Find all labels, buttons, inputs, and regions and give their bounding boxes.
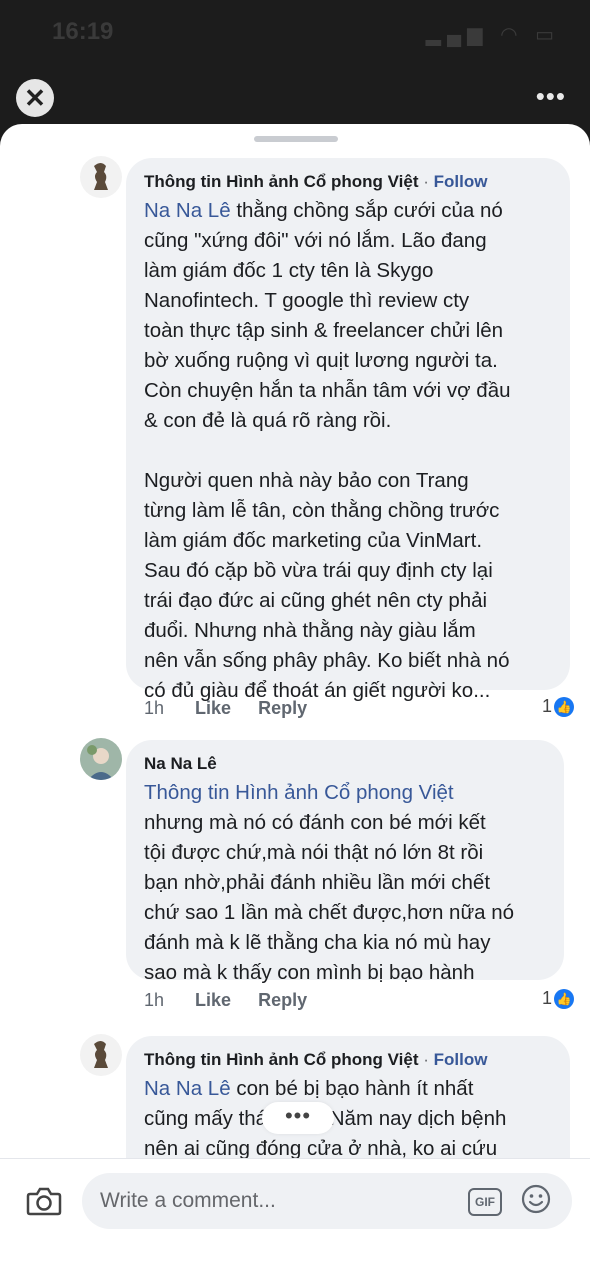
typing-indicator: ••• — [262, 1102, 334, 1134]
mention-link[interactable]: Na Na Lê — [144, 199, 231, 222]
comment-composer: Write a comment... GIF — [0, 1158, 590, 1280]
reaction-count[interactable]: 1 👍 — [541, 988, 574, 1010]
reaction-number: 1 — [541, 696, 552, 716]
comment-input-placeholder: Write a comment... — [100, 1189, 276, 1212]
comment-line: Còn chuyện hắn ta nhẫn tâm với vợ đầu — [144, 379, 511, 402]
mention-link[interactable]: Na Na Lê — [144, 1077, 231, 1100]
follow-button[interactable]: Follow — [434, 1050, 488, 1069]
more-options-icon[interactable]: ••• — [536, 83, 566, 109]
comment-author[interactable]: Thông tin Hình ảnh Cổ phong Việt — [144, 172, 418, 191]
comment-line: & con đẻ là quá rõ ràng rồi. — [144, 409, 392, 432]
comment-actions: 1h Like Reply — [144, 698, 329, 719]
comment-line: làm giám đốc marketing của VinMart. — [144, 529, 483, 552]
comment-header: Thông tin Hình ảnh Cổ phong Việt · Follo… — [144, 172, 552, 192]
comment-line: toàn thực tập sinh & freelancer chửi lên — [144, 319, 504, 342]
comment-bubble: Na Na Lê Thông tin Hình ảnh Cổ phong Việ… — [126, 740, 564, 984]
comment-time: 1h — [144, 698, 165, 718]
comment-time: 1h — [144, 990, 165, 1010]
mention-link[interactable]: Thông tin Hình ảnh Cổ phong Việt — [144, 781, 454, 804]
status-time: 16:19 — [52, 18, 114, 45]
status-icons: ▂▄▆ ◠ ▭ — [425, 24, 560, 46]
emoji-icon[interactable] — [520, 1183, 552, 1215]
comment-line: con bé bị bạo hành ít nhất — [236, 1077, 474, 1100]
comment-line: chứ sao 1 lần mà chết được,hơn nữa nó — [144, 901, 515, 924]
comment-text: Thông tin Hình ảnh Cổ phong Việt nhưng m… — [144, 778, 546, 988]
follow-button[interactable]: Follow — [434, 172, 488, 191]
close-button[interactable]: ✕ — [16, 79, 54, 117]
comment-line: nên vẫn sống phây phây. Ko biết nhà nó — [144, 649, 510, 672]
comment-bubble: Thông tin Hình ảnh Cổ phong Việt · Follo… — [126, 158, 570, 702]
status-bar: 16:19 ▂▄▆ ◠ ▭ — [0, 0, 590, 70]
gif-icon[interactable]: GIF — [468, 1188, 502, 1216]
reply-button[interactable]: Reply — [258, 990, 307, 1011]
comment-line: tội được chứ,mà nói thật nó lớn 8t rồi — [144, 841, 484, 864]
separator-dot: · — [423, 172, 434, 191]
comment-line: trái đạo đức ai cũng ghét nên cty phải — [144, 589, 488, 612]
like-button[interactable]: Like — [195, 698, 231, 719]
comment-line: từng làm lễ tân, còn thằng chồng trước — [144, 499, 500, 522]
thumbs-up-icon: 👍 — [554, 989, 574, 1010]
comment-line: đánh mà k lẽ thằng cha kia nó mù hay — [144, 931, 491, 954]
comment-line: Sau đó cặp bồ vừa trái quy định cty lại — [144, 559, 493, 582]
comment-line: làm giám đốc 1 cty tên là Skygo — [144, 259, 434, 282]
comment-line: bạn nhờ,phải đánh nhiều lần mới chết — [144, 871, 491, 894]
thumbs-up-icon: 👍 — [554, 697, 574, 718]
comment-line: Nanofintech. T google thì review cty — [144, 289, 470, 312]
avatar[interactable] — [80, 1034, 122, 1076]
comment-header: Thông tin Hình ảnh Cổ phong Việt · Follo… — [144, 1050, 552, 1070]
comment-line: nên ai cũng đóng cửa ở nhà, ko ai cứu — [144, 1137, 498, 1160]
avatar[interactable] — [80, 738, 122, 780]
comment-header: Na Na Lê — [144, 754, 546, 774]
reaction-count[interactable]: 1 👍 — [541, 696, 574, 718]
comment-line: bờ xuống ruộng vì quịt lương người ta. — [144, 349, 498, 372]
separator-dot: · — [423, 1050, 434, 1069]
comment-line: thằng chồng sắp cưới của nó — [236, 199, 503, 222]
comments-sheet: Thông tin Hình ảnh Cổ phong Việt · Follo… — [0, 124, 590, 1280]
reaction-number: 1 — [541, 988, 552, 1008]
comment-actions: 1h Like Reply — [144, 990, 329, 1011]
comment-line: đuổi. Nhưng nhà thằng này giàu lắm — [144, 619, 476, 642]
camera-icon[interactable] — [24, 1181, 64, 1221]
comment-input[interactable]: Write a comment... GIF — [82, 1173, 572, 1229]
comment-text: Na Na Lê con bé bị bạo hành ít nhất cũng… — [144, 1074, 552, 1164]
grab-handle[interactable] — [254, 136, 338, 142]
comment-author[interactable]: Na Na Lê — [144, 754, 217, 773]
comment-line: sao mà k thấy con mình bị bạo hành — [144, 961, 475, 984]
comment-line: Người quen nhà này bảo con Trang — [144, 469, 469, 492]
comment-text: Na Na Lê thằng chồng sắp cưới của nó cũn… — [144, 196, 552, 706]
comment-author[interactable]: Thông tin Hình ảnh Cổ phong Việt — [144, 1050, 418, 1069]
reply-button[interactable]: Reply — [258, 698, 307, 719]
comment-line: nhưng mà nó có đánh con bé mới kết — [144, 811, 486, 834]
like-button[interactable]: Like — [195, 990, 231, 1011]
comment-line: cũng "xứng đôi" với nó lắm. Lão đang — [144, 229, 487, 252]
avatar[interactable] — [80, 156, 122, 198]
